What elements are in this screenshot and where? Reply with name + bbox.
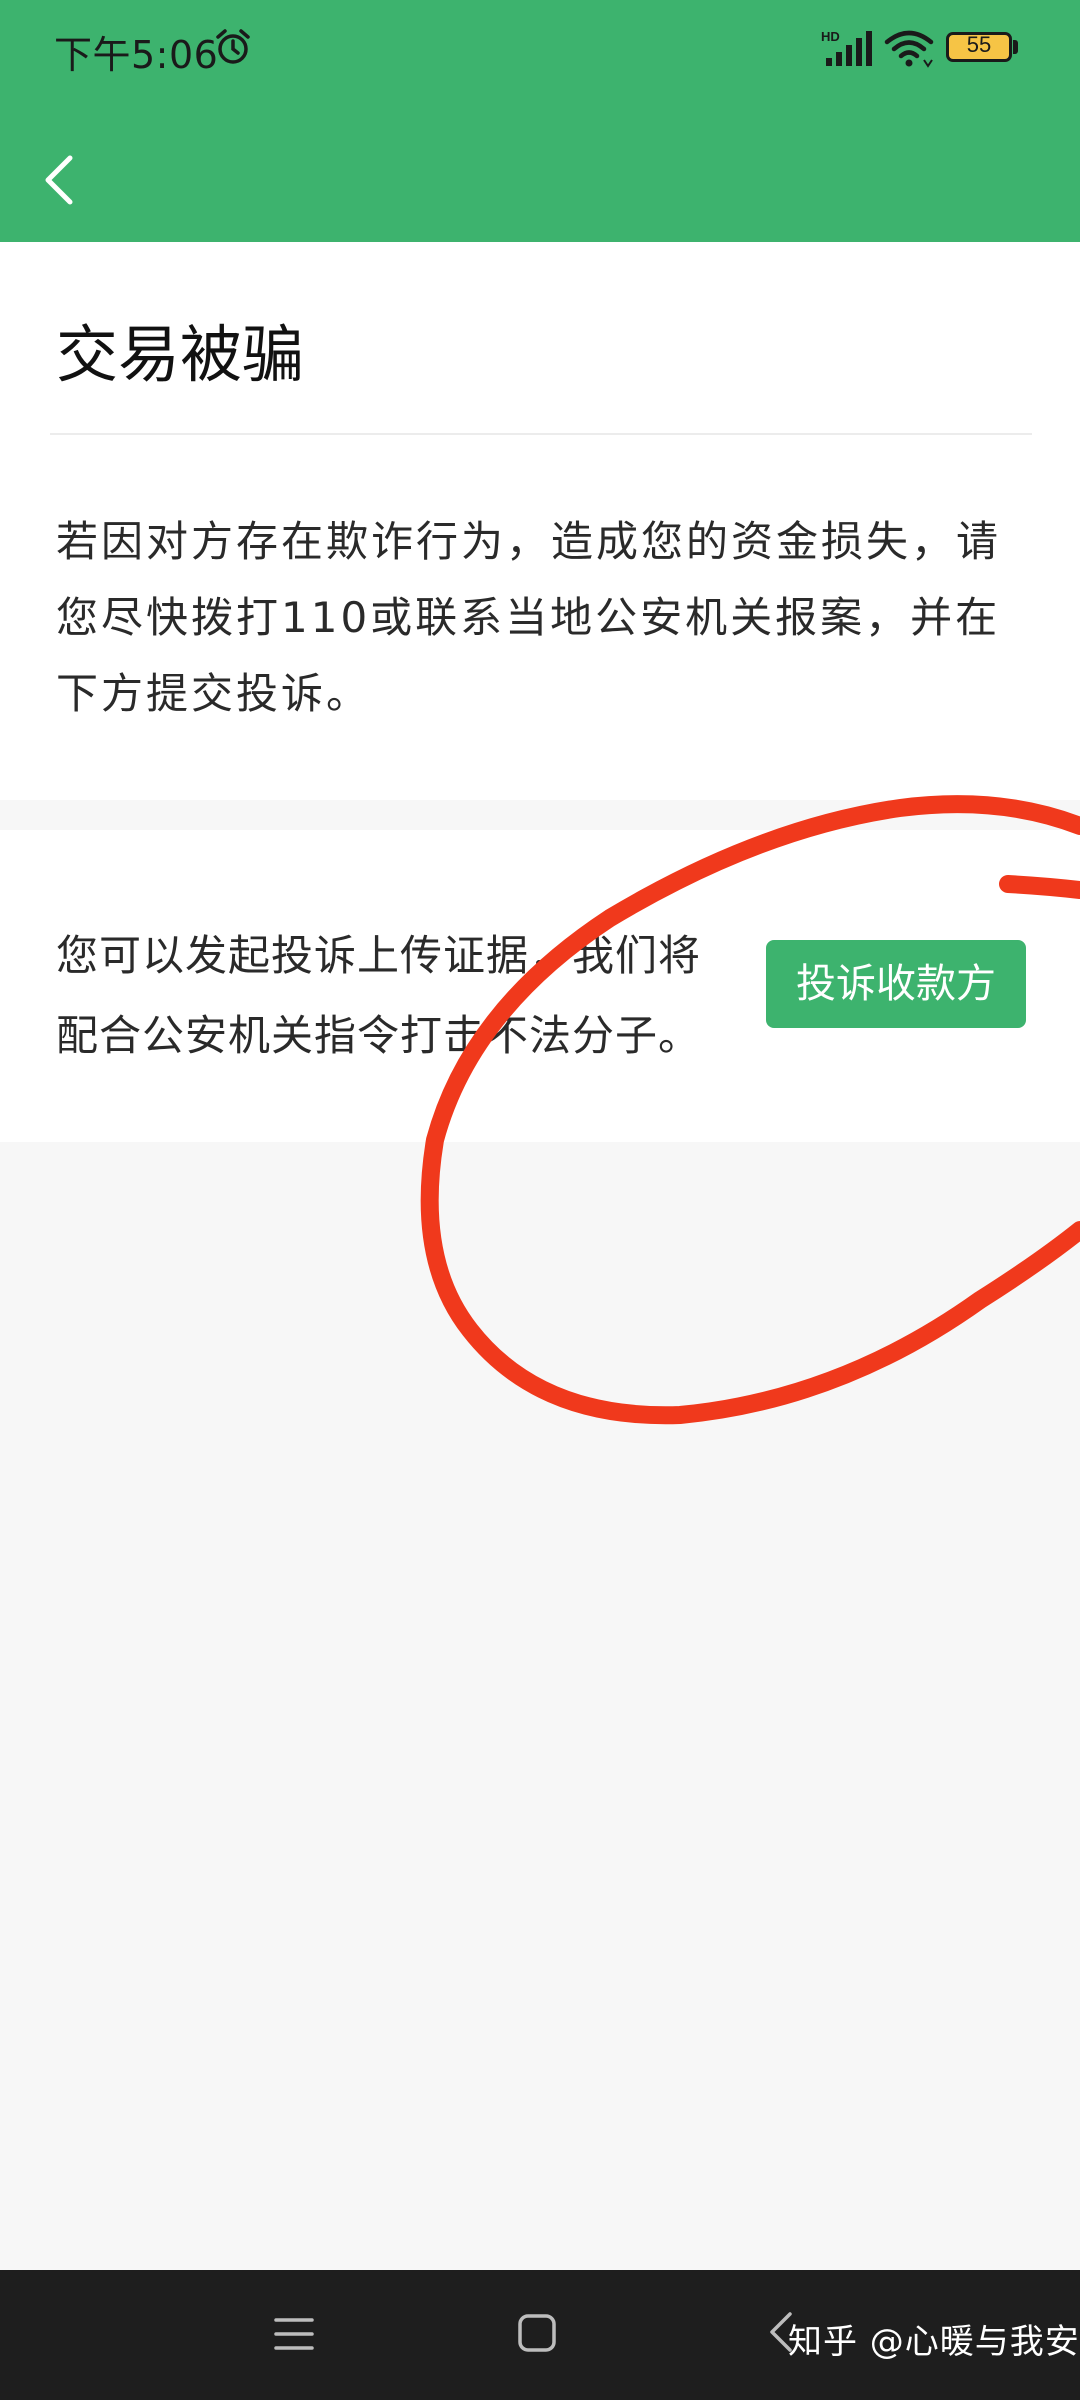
battery-indicator: 55 — [946, 32, 1012, 62]
chevron-left-icon — [45, 155, 73, 205]
complain-payee-button[interactable]: 投诉收款方 — [766, 940, 1026, 1028]
complaint-card: 您可以发起投诉上传证据，我们将配合公安机关指令打击不法分子。 投诉收款方 — [0, 830, 1080, 1142]
square-home-icon[interactable] — [516, 2312, 558, 2354]
fraud-notice-text: 若因对方存在欺诈行为，造成您的资金损失，请您尽快拨打110或联系当地公安机关报案… — [56, 517, 1002, 718]
battery-cap — [1013, 40, 1018, 54]
page-title: 交易被骗 — [56, 318, 305, 391]
hd-signal-icon: HD — [821, 29, 872, 66]
status-bar: 下午5:06 HD 55 — [0, 0, 1080, 96]
status-time: 下午5:06 — [54, 33, 219, 77]
wifi-icon — [884, 30, 934, 68]
hd-badge: HD — [821, 29, 840, 44]
divider — [50, 433, 1032, 435]
zhihu-watermark: 知乎 @心暖与我安 — [788, 2322, 1080, 2362]
fraud-info-card: 交易被骗 若因对方存在欺诈行为，造成您的资金损失，请您尽快拨打110或联系当地公… — [0, 242, 1080, 800]
app-header: 下午5:06 HD 55 — [0, 0, 1080, 242]
battery-level: 55 — [966, 32, 992, 57]
menu-lines-icon[interactable] — [272, 2314, 316, 2354]
system-nav-bar: 知乎 @心暖与我安 — [0, 2270, 1080, 2400]
complaint-description: 您可以发起投诉上传证据，我们将配合公安机关指令打击不法分子。 — [56, 931, 702, 1060]
back-button[interactable] — [36, 150, 86, 210]
alarm-clock-icon — [216, 29, 250, 64]
